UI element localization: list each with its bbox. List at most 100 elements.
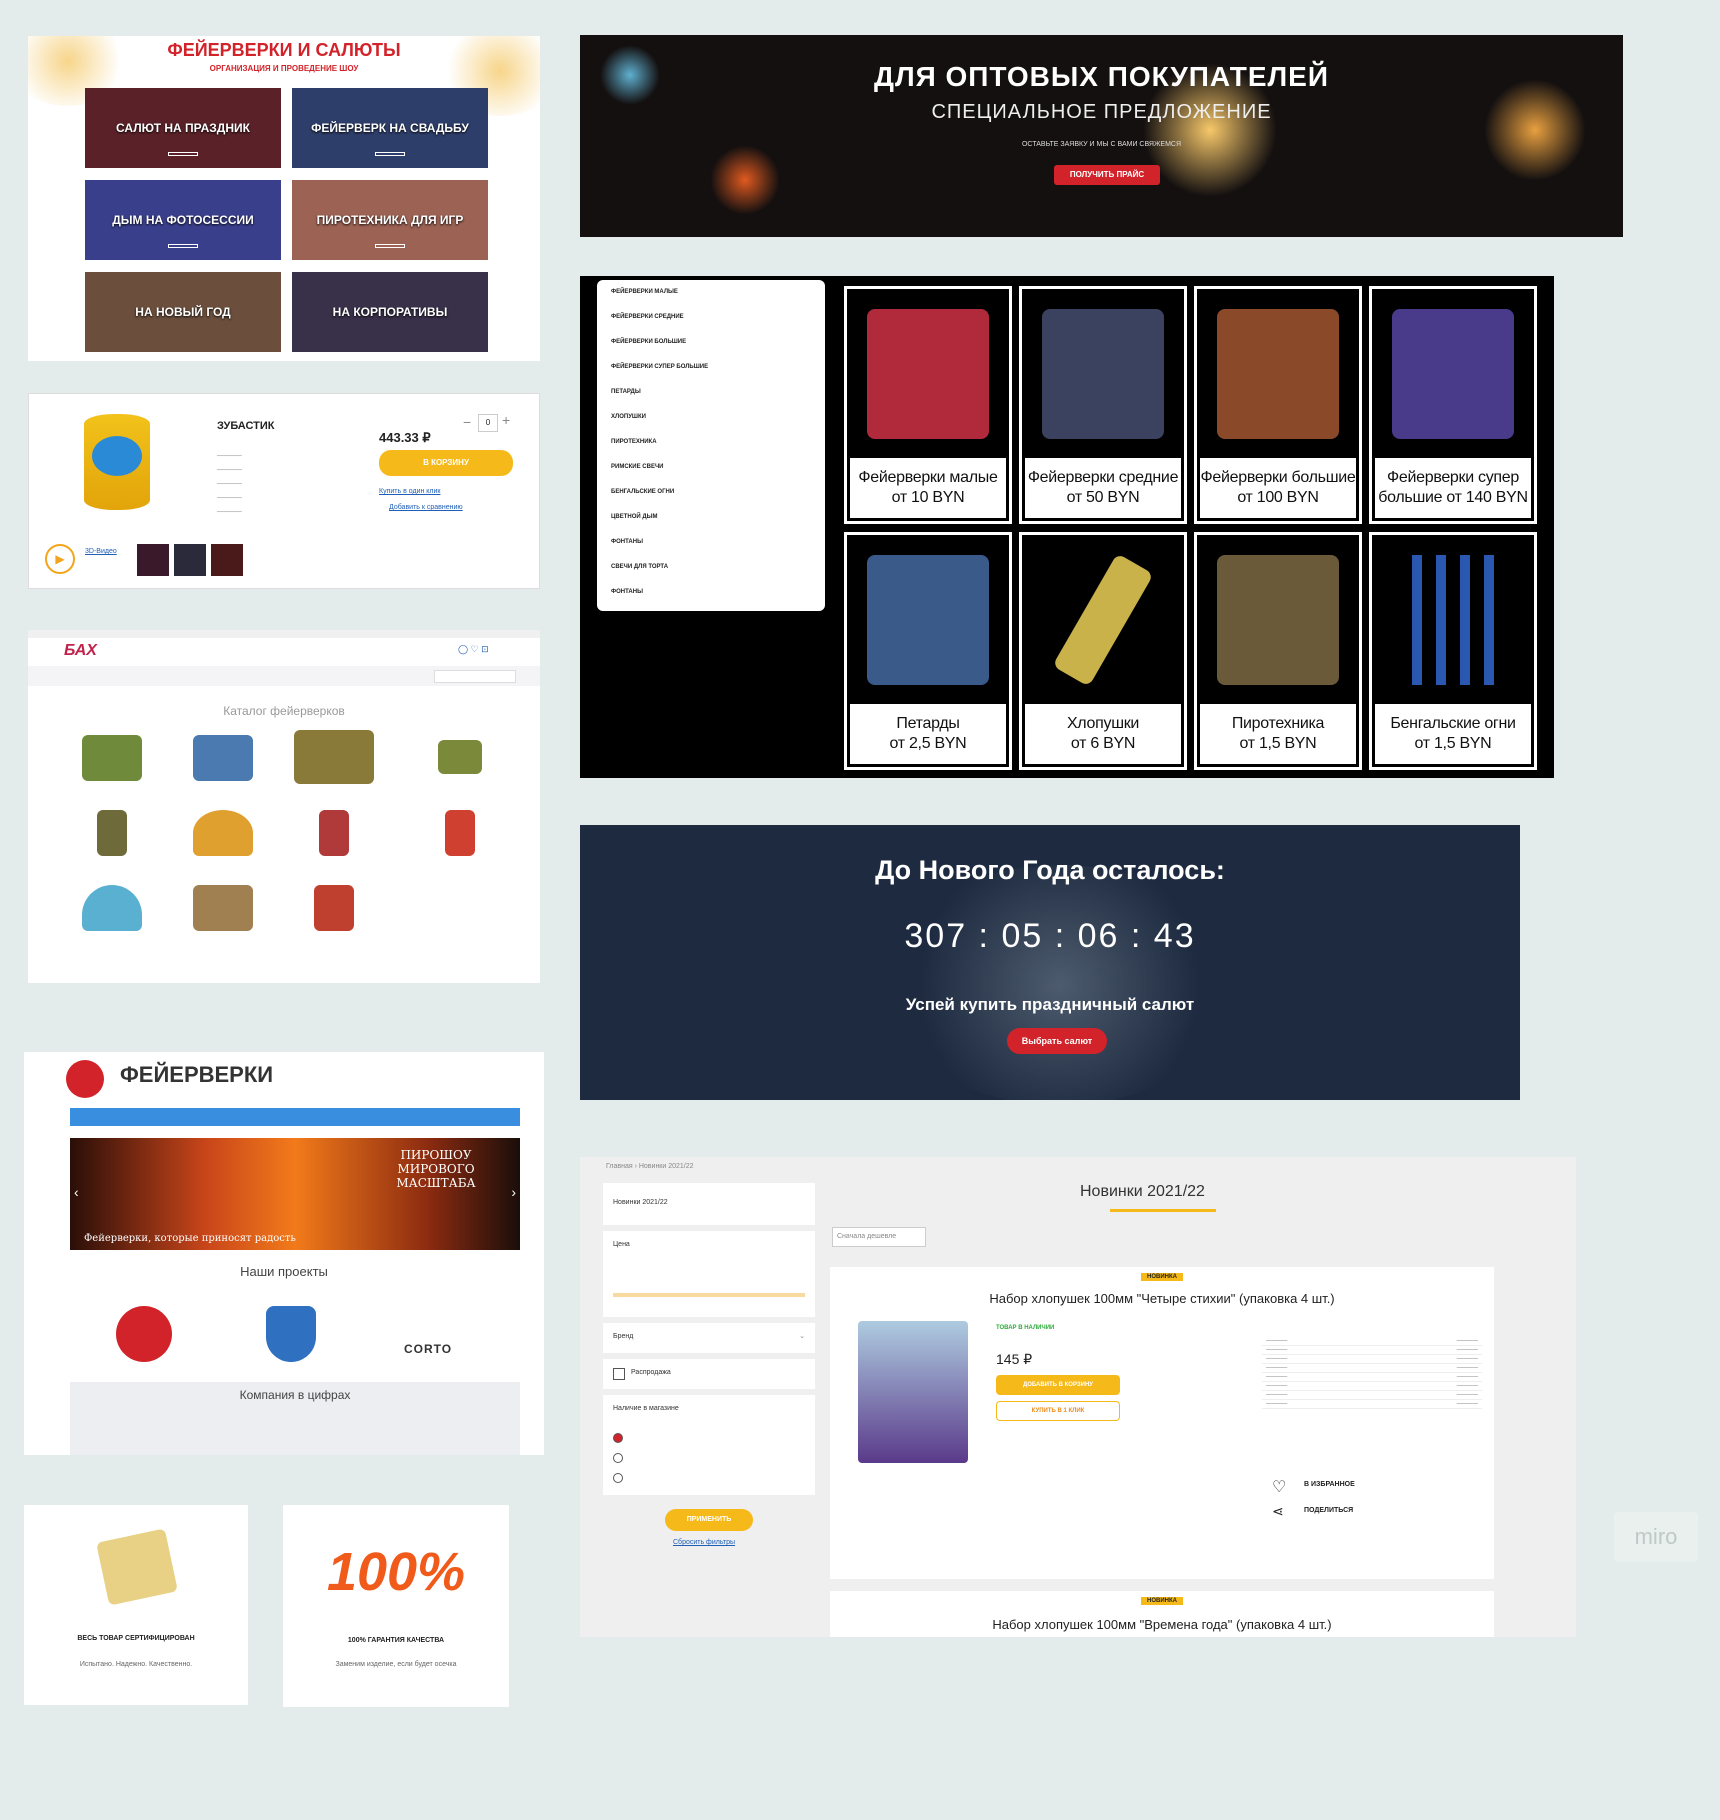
- plus-icon[interactable]: +: [502, 412, 510, 428]
- product-tile[interactable]: Фейерверки супер большие от 140 BYN: [1369, 286, 1537, 524]
- play-icon[interactable]: ▶: [45, 544, 75, 574]
- project-logo[interactable]: CORTO: [404, 1342, 452, 1356]
- menu-item[interactable]: РИМСКИЕ СВЕЧИ: [597, 455, 825, 480]
- catalog-grid-panel: ФЕЙЕРВЕРКИ МАЛЫЕ ФЕЙЕРВЕРКИ СРЕДНИЕ ФЕЙЕ…: [580, 276, 1554, 778]
- breadcrumb[interactable]: Главная › Новинки 2021/22: [606, 1163, 694, 1170]
- banner-note: ОСТАВЬТЕ ЗАЯВКУ И МЫ С ВАМИ СВЯЖЕМСЯ: [1021, 141, 1182, 148]
- numbers-title: Компания в цифрах: [239, 1388, 351, 1402]
- stock-filter[interactable]: Наличие в магазине: [613, 1405, 679, 1412]
- heart-icon[interactable]: ♡: [1272, 1477, 1286, 1497]
- category-item[interactable]: [183, 735, 263, 785]
- product-tile[interactable]: Хлопушки от 6 BYN: [1019, 532, 1187, 770]
- category-item[interactable]: [294, 885, 374, 935]
- hero-slider[interactable]: ПИРОШОУ МИРОВОГО МАСШТАБА Фейерверки, ко…: [70, 1138, 520, 1250]
- choose-salute-button[interactable]: Выбрать салют: [1007, 1028, 1107, 1054]
- sale-checkbox[interactable]: [613, 1368, 625, 1380]
- chevron-down-icon[interactable]: ⌄: [799, 1332, 805, 1340]
- add-to-cart-button[interactable]: ДОБАВИТЬ В КОРЗИНУ: [996, 1375, 1120, 1395]
- menu-item[interactable]: ФОНТАНЫ: [597, 530, 825, 555]
- project-logo[interactable]: [116, 1306, 172, 1362]
- search-input[interactable]: [434, 670, 516, 683]
- product-card: НОВИНКА Набор хлопушек 100мм "Времена го…: [830, 1591, 1494, 1637]
- menu-item[interactable]: ФЕЙЕРВЕРКИ БОЛЬШИЕ: [597, 330, 825, 355]
- menu-item[interactable]: ФЕЙЕРВЕРКИ СУПЕР БОЛЬШИЕ: [597, 355, 825, 380]
- category-item[interactable]: [420, 810, 500, 860]
- product-tile[interactable]: Петарды от 2,5 BYN: [844, 532, 1012, 770]
- quantity-input[interactable]: 0: [478, 414, 498, 432]
- menu-item[interactable]: ФЕЙЕРВЕРКИ МАЛЫЕ: [597, 280, 825, 305]
- thumbnail[interactable]: [211, 544, 243, 576]
- chevron-left-icon[interactable]: ‹: [74, 1184, 79, 1200]
- tile-new-year[interactable]: НА НОВЫЙ ГОД: [85, 272, 281, 352]
- reset-filters-link[interactable]: Сбросить фильтры: [673, 1539, 735, 1546]
- menu-item[interactable]: СВЕЧИ ДЛЯ ТОРТА: [597, 555, 825, 580]
- site-logo[interactable]: ФЕЙЕРВЕРКИ: [120, 1062, 273, 1088]
- product-tile[interactable]: Бенгальские огни от 1,5 BYN: [1369, 532, 1537, 770]
- site-logo[interactable]: БАХ: [64, 642, 97, 660]
- share-icon[interactable]: ⋖: [1272, 1503, 1284, 1520]
- get-price-button[interactable]: ПОЛУЧИТЬ ПРАЙС: [1054, 165, 1160, 185]
- stock-radio[interactable]: [613, 1473, 623, 1483]
- tile-corporate[interactable]: НА КОРПОРАТИВЫ: [292, 272, 488, 352]
- panel-subtitle: ОРГАНИЗАЦИЯ И ПРОВЕДЕНИЕ ШОУ: [209, 64, 359, 73]
- one-click-link[interactable]: Купить в один клик: [379, 488, 440, 495]
- category-item[interactable]: [183, 885, 263, 935]
- minus-icon[interactable]: −: [463, 414, 471, 430]
- brand-filter[interactable]: Бренд: [613, 1333, 633, 1340]
- apply-filters-button[interactable]: ПРИМЕНИТЬ: [665, 1509, 753, 1531]
- add-to-cart-button[interactable]: В КОРЗИНУ: [379, 450, 513, 476]
- category-item[interactable]: [294, 810, 374, 860]
- menu-item[interactable]: ПЕТАРДЫ: [597, 380, 825, 405]
- category-item[interactable]: [183, 810, 263, 860]
- section-title: Каталог фейерверков: [223, 704, 345, 718]
- chevron-right-icon[interactable]: ›: [511, 1184, 516, 1200]
- category-item[interactable]: [72, 810, 152, 860]
- product-tile[interactable]: Фейерверки средние от 50 BYN: [1019, 286, 1187, 524]
- stock-radio[interactable]: [613, 1433, 623, 1443]
- card-text: Испытано. Надежно. Качественно.: [79, 1661, 193, 1668]
- novelties-page: Главная › Новинки 2021/22 Новинки 2021/2…: [580, 1157, 1576, 1637]
- price-slider[interactable]: [613, 1293, 805, 1297]
- category-item[interactable]: [72, 885, 152, 935]
- slide-caption: Фейерверки, которые приносят радость: [84, 1233, 296, 1244]
- menu-item[interactable]: ХЛОПУШКИ: [597, 405, 825, 430]
- project-logo[interactable]: [266, 1306, 316, 1362]
- product-card-panel: ▶ 3D-Видео ЗУБАСТИК ───── ───── ───── ─────…: [28, 393, 540, 589]
- tile-wedding[interactable]: ФЕЙЕРВЕРК НА СВАДЬБУ: [292, 88, 488, 168]
- category-menu: ФЕЙЕРВЕРКИ МАЛЫЕ ФЕЙЕРВЕРКИ СРЕДНИЕ ФЕЙЕ…: [597, 280, 825, 611]
- menu-item[interactable]: ЦВЕТНОЙ ДЫМ: [597, 505, 825, 530]
- share-link[interactable]: ПОДЕЛИТЬСЯ: [1304, 1507, 1353, 1514]
- menu-item[interactable]: ФОНТАНЫ: [597, 580, 825, 605]
- video-link[interactable]: 3D-Видео: [85, 548, 117, 555]
- wholesale-banner: ДЛЯ ОПТОВЫХ ПОКУПАТЕЛЕЙ СПЕЦИАЛЬНОЕ ПРЕД…: [580, 35, 1623, 237]
- product-tile[interactable]: Фейерверки большие от 100 BYN: [1194, 286, 1362, 524]
- category-item[interactable]: [420, 740, 500, 778]
- tile-smoke[interactable]: ДЫМ НА ФОТОСЕССИИ: [85, 180, 281, 260]
- buy-one-click-button[interactable]: КУПИТЬ В 1 КЛИК: [996, 1401, 1120, 1421]
- main-nav[interactable]: [70, 1108, 520, 1126]
- thumbnail[interactable]: [137, 544, 169, 576]
- menu-item[interactable]: ФЕЙЕРВЕРКИ СРЕДНИЕ: [597, 305, 825, 330]
- menu-item[interactable]: БЕНГАЛЬСКИЕ ОГНИ: [597, 480, 825, 505]
- menu-item[interactable]: ПИРОТЕХНИКА: [597, 430, 825, 455]
- category-item[interactable]: [72, 735, 152, 785]
- product-title[interactable]: Набор хлопушек 100мм "Четыре стихии" (уп…: [830, 1291, 1494, 1306]
- thumbnail[interactable]: [174, 544, 206, 576]
- product-tile[interactable]: Фейерверки малые от 10 BYN: [844, 286, 1012, 524]
- stock-radio[interactable]: [613, 1453, 623, 1463]
- category-item[interactable]: [294, 730, 374, 788]
- new-badge: НОВИНКА: [1141, 1273, 1183, 1281]
- product-title[interactable]: Набор хлопушек 100мм "Времена года" (упа…: [830, 1617, 1494, 1632]
- tile-games[interactable]: ПИРОТЕХНИКА ДЛЯ ИГР: [292, 180, 488, 260]
- projects-title: Наши проекты: [240, 1264, 328, 1279]
- compare-link[interactable]: Добавить к сравнению: [389, 504, 463, 511]
- favorite-link[interactable]: В ИЗБРАННОЕ: [1304, 1481, 1355, 1488]
- user-icon[interactable]: ◯ ♡ ⊡: [458, 644, 489, 655]
- product-tile[interactable]: Пиротехника от 1,5 BYN: [1194, 532, 1362, 770]
- product-image[interactable]: [858, 1321, 968, 1463]
- sort-select[interactable]: Сначала дешевле: [832, 1227, 926, 1247]
- tile-holiday[interactable]: САЛЮТ НА ПРАЗДНИК: [85, 88, 281, 168]
- in-stock-status: ТОВАР В НАЛИЧИИ: [996, 1325, 1055, 1331]
- new-badge: НОВИНКА: [1141, 1597, 1183, 1605]
- product-name: ЗУБАСТИК: [217, 420, 275, 432]
